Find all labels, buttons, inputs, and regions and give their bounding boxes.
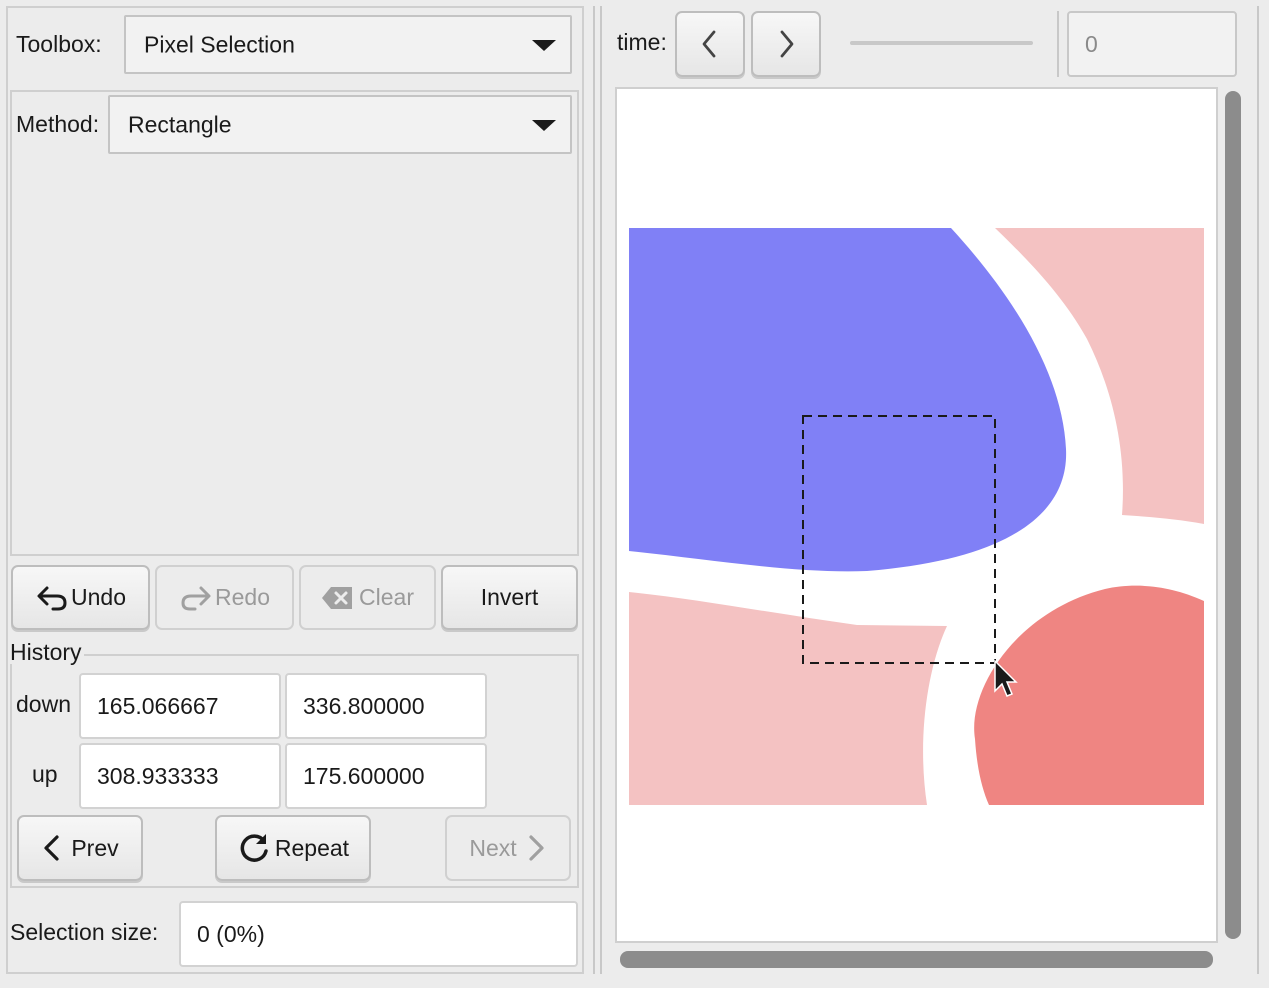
- repeat-button[interactable]: Repeat: [215, 815, 371, 881]
- time-separator: [1057, 11, 1059, 77]
- history-up-x-value: 308.933333: [97, 762, 219, 789]
- history-title: History: [10, 639, 84, 665]
- history-down-y-field[interactable]: 336.800000: [285, 673, 487, 739]
- chevron-left-icon: [702, 30, 716, 58]
- selection-size-field: 0 (0%): [179, 901, 578, 967]
- circular-arrow-icon: [240, 834, 268, 862]
- clear-button[interactable]: Clear: [299, 565, 436, 630]
- time-prev-button[interactable]: [675, 11, 745, 77]
- selection-size-value: 0 (0%): [197, 920, 265, 947]
- history-down-label: down: [16, 691, 71, 717]
- time-label: time:: [617, 29, 667, 55]
- method-options-group: [10, 90, 579, 556]
- horizontal-scrollbar-thumb[interactable]: [620, 951, 1213, 968]
- panel-splitter-edge: [600, 6, 602, 974]
- invert-label: Invert: [480, 584, 539, 610]
- history-up-x-field[interactable]: 308.933333: [79, 743, 281, 809]
- chevron-down-icon: [532, 39, 556, 51]
- prev-label: Prev: [71, 834, 119, 861]
- chevron-right-icon: [780, 30, 794, 58]
- vertical-scrollbar-thumb[interactable]: [1225, 91, 1241, 939]
- toolbox-select[interactable]: Pixel Selection: [124, 15, 572, 74]
- undo-label: Undo: [71, 584, 126, 610]
- history-up-label: up: [32, 761, 58, 787]
- image-canvas[interactable]: [615, 87, 1218, 943]
- prev-button[interactable]: Prev: [17, 815, 143, 881]
- history-down-x-field[interactable]: 165.066667: [79, 673, 281, 739]
- blue-region: [629, 228, 1067, 572]
- clear-label: Clear: [359, 584, 414, 610]
- toolbox-label: Toolbox:: [16, 31, 102, 57]
- selection-size-label: Selection size:: [10, 919, 159, 945]
- redo-button[interactable]: Redo: [155, 565, 294, 630]
- method-select-value: Rectangle: [128, 111, 232, 137]
- time-value-field[interactable]: 0: [1067, 11, 1237, 77]
- time-slider[interactable]: [850, 41, 1033, 45]
- redo-label: Redo: [215, 584, 270, 610]
- repeat-label: Repeat: [274, 834, 350, 861]
- toolbox-select-value: Pixel Selection: [144, 31, 295, 57]
- time-next-button[interactable]: [751, 11, 821, 77]
- undo-button[interactable]: Undo: [11, 565, 150, 630]
- history-up-y-field[interactable]: 175.600000: [285, 743, 487, 809]
- chevron-left-icon: [44, 835, 59, 861]
- method-select[interactable]: Rectangle: [108, 95, 572, 154]
- next-label: Next: [469, 834, 517, 861]
- undo-arrow-icon: [37, 586, 67, 610]
- history-down-y-value: 336.800000: [303, 692, 425, 719]
- method-label: Method:: [16, 111, 100, 137]
- right-edge: [1257, 6, 1259, 974]
- segmentation-image: [629, 228, 1204, 805]
- panel-splitter[interactable]: [593, 6, 595, 974]
- time-value: 0: [1085, 30, 1098, 57]
- chevron-right-icon: [529, 835, 544, 861]
- backspace-x-icon: [322, 586, 353, 609]
- chevron-down-icon: [532, 119, 556, 131]
- invert-button[interactable]: Invert: [441, 565, 578, 630]
- redo-arrow-icon: [181, 586, 211, 610]
- history-up-y-value: 175.600000: [303, 762, 425, 789]
- next-button[interactable]: Next: [445, 815, 571, 881]
- light-red-region-bottom-left: [629, 592, 947, 805]
- history-down-x-value: 165.066667: [97, 692, 219, 719]
